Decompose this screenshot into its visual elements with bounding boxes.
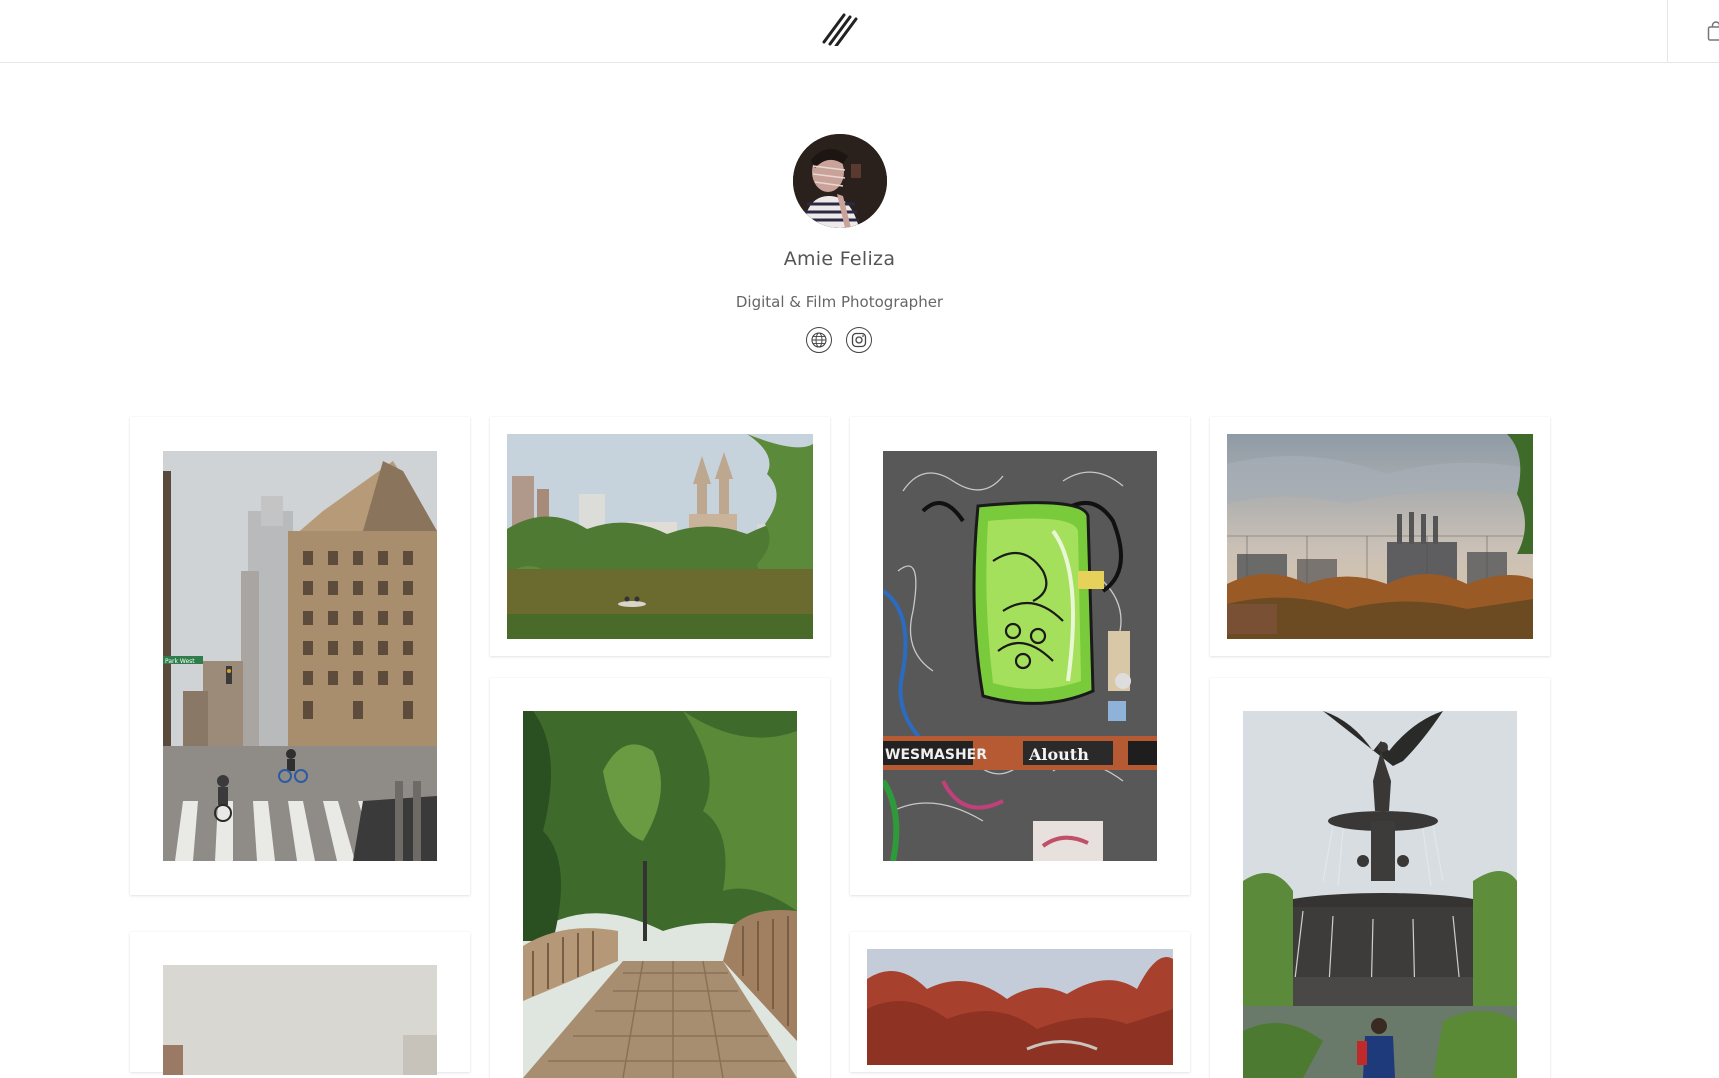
- profile-name: Amie Feliza: [0, 248, 1679, 270]
- photo-card[interactable]: [850, 932, 1190, 1072]
- social-links: [806, 327, 886, 355]
- profile-avatar[interactable]: [793, 134, 887, 228]
- photo-central-park-lake[interactable]: [507, 434, 813, 639]
- instagram-icon[interactable]: [846, 327, 872, 353]
- photo-graffiti-door[interactable]: Park West WESMASHER Alouth: [883, 451, 1157, 861]
- photo-card[interactable]: [1210, 417, 1550, 656]
- globe-icon[interactable]: [806, 327, 832, 353]
- graffiti-text-alouth: Alouth: [1028, 745, 1089, 764]
- double-slash-logo-icon[interactable]: [822, 12, 858, 46]
- shopping-bag-icon[interactable]: [1707, 21, 1719, 41]
- photo-bethesda-fountain[interactable]: [1243, 711, 1517, 1078]
- photo-red-foliage-bridge[interactable]: [867, 949, 1173, 1065]
- photo-card[interactable]: Park West WESMASHER Alouth: [850, 417, 1190, 895]
- photo-industrial-skyline[interactable]: [1227, 434, 1533, 639]
- photo-dakota-street[interactable]: Park West: [163, 451, 437, 861]
- graffiti-text-wesmasher: WESMASHER: [885, 747, 987, 763]
- profile-tagline: Digital & Film Photographer: [0, 293, 1679, 311]
- photo-building-partial[interactable]: [163, 965, 437, 1075]
- photo-card[interactable]: [1210, 678, 1550, 1078]
- photo-card[interactable]: [490, 417, 830, 656]
- photo-card[interactable]: [130, 932, 470, 1072]
- photo-wooden-bridge[interactable]: [523, 711, 797, 1078]
- photo-card[interactable]: Park West: [130, 417, 470, 895]
- photo-card[interactable]: [490, 678, 830, 1078]
- cart-area[interactable]: [1667, 0, 1719, 63]
- top-navigation-bar: [0, 0, 1719, 63]
- street-sign-text: Park West: [165, 658, 195, 665]
